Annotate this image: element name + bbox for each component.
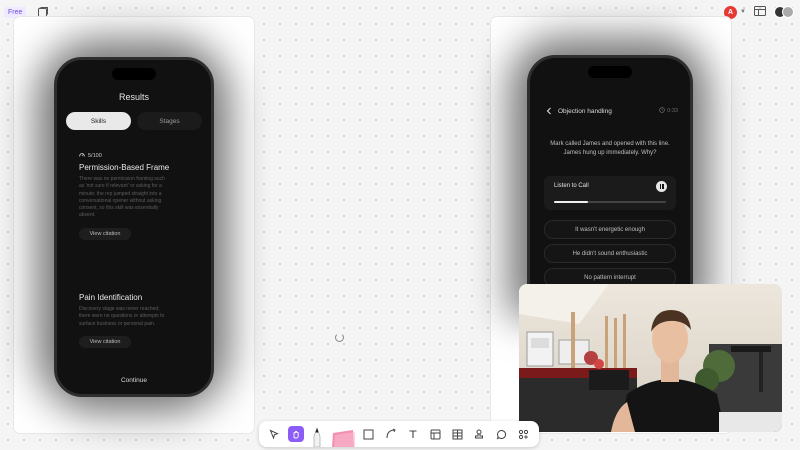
frame-tool-icon[interactable] bbox=[427, 426, 443, 442]
comment-icon[interactable] bbox=[494, 426, 510, 442]
audio-progress-track[interactable] bbox=[554, 201, 666, 203]
loading-spinner-icon bbox=[335, 333, 344, 342]
tab-stages[interactable]: Stages bbox=[137, 112, 202, 130]
layout-icon[interactable] bbox=[754, 3, 766, 21]
dynamic-island bbox=[112, 68, 156, 80]
pause-icon[interactable] bbox=[656, 181, 667, 192]
objection-phone-mockup: Objection handling 0:33 Mark called Jame… bbox=[527, 55, 693, 298]
skill-title: Permission-Based Frame bbox=[79, 163, 170, 172]
chevron-down-icon[interactable]: ▼ bbox=[740, 9, 746, 15]
listen-label: Listen to Call bbox=[554, 183, 589, 189]
shape-tool-icon[interactable] bbox=[361, 426, 377, 442]
score-row: 5/100 bbox=[79, 152, 199, 160]
objection-question: Mark called James and opened with this l… bbox=[550, 141, 670, 156]
gauge-icon bbox=[79, 152, 85, 160]
answer-option[interactable]: He didn't sound enthusiastic bbox=[544, 244, 676, 263]
back-arrow-icon[interactable] bbox=[546, 102, 552, 120]
skill-item: 5/100 Permission-Based Frame There was n… bbox=[79, 152, 199, 240]
results-tabs: Skills Stages bbox=[66, 112, 202, 130]
results-phone-mockup: Results Skills Stages 5/100 Permission-B… bbox=[54, 57, 214, 397]
view-citation-button[interactable]: View citation bbox=[79, 227, 131, 240]
clock-icon bbox=[659, 107, 666, 115]
collaborator-avatar bbox=[782, 6, 794, 18]
skill-title: Pain Identification bbox=[79, 293, 143, 302]
hand-tool-icon[interactable] bbox=[288, 426, 305, 442]
pen-tool-icon[interactable] bbox=[310, 427, 324, 447]
results-frame[interactable]: Results Skills Stages 5/100 Permission-B… bbox=[14, 17, 254, 433]
more-tools-icon[interactable] bbox=[516, 426, 532, 442]
tab-skills[interactable]: Skills bbox=[66, 112, 131, 130]
text-tool-icon[interactable] bbox=[405, 426, 421, 442]
audio-progress-fill bbox=[554, 201, 588, 203]
stamp-icon[interactable] bbox=[471, 426, 487, 442]
objection-header: Objection handling 0:33 bbox=[546, 102, 678, 120]
sticky-note-icon[interactable] bbox=[331, 429, 355, 447]
objection-title: Objection handling bbox=[558, 107, 612, 115]
topbar-right: A ▼ bbox=[724, 0, 800, 24]
timer: 0:33 bbox=[659, 107, 678, 115]
score-value: 5/100 bbox=[88, 153, 102, 159]
drawing-toolbar bbox=[259, 421, 539, 447]
results-title: Results bbox=[118, 92, 149, 102]
connector-icon[interactable] bbox=[383, 426, 399, 442]
collaborator-avatars[interactable] bbox=[774, 6, 794, 18]
webcam-scene bbox=[519, 284, 782, 432]
skill-item: Pain Identification Discovery stage was … bbox=[79, 290, 199, 348]
answer-option[interactable]: It wasn't energetic enough bbox=[544, 220, 676, 239]
table-tool-icon[interactable] bbox=[449, 426, 465, 442]
audio-player[interactable]: Listen to Call bbox=[544, 176, 676, 210]
skill-description: There was no permission framing such as … bbox=[79, 176, 165, 219]
view-citation-button[interactable]: View citation bbox=[79, 335, 131, 348]
skill-description: Discovery stage was never reached; there… bbox=[79, 306, 165, 327]
plan-badge[interactable]: Free bbox=[4, 6, 27, 18]
select-tool-icon[interactable] bbox=[266, 426, 282, 442]
webcam-video bbox=[519, 284, 782, 432]
timer-value: 0:33 bbox=[667, 108, 678, 114]
dynamic-island bbox=[588, 66, 632, 78]
continue-button[interactable]: Continue bbox=[121, 377, 147, 384]
